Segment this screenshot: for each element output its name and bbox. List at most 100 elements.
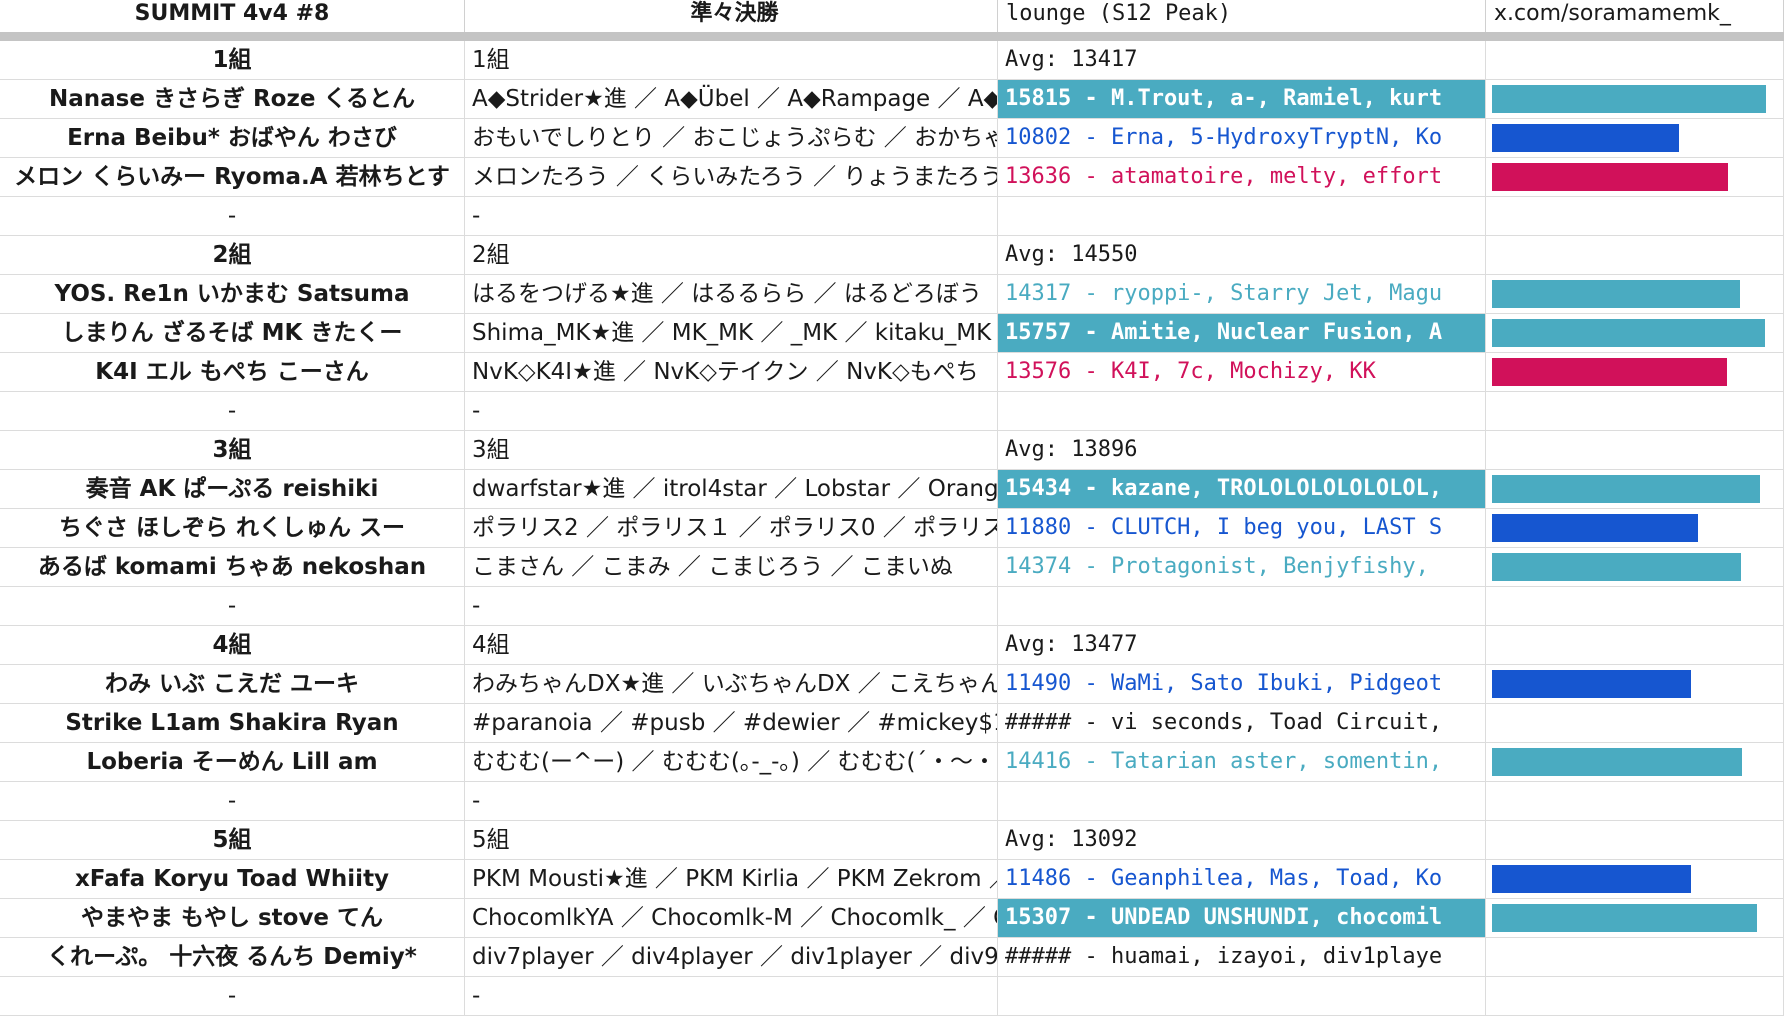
members-cell[interactable]: 5組 [465, 821, 998, 859]
bar-cell[interactable] [1486, 587, 1784, 625]
team-cell[interactable]: K4I エル もぺち こーさん [0, 353, 465, 391]
bar-cell[interactable] [1486, 353, 1784, 391]
team-cell[interactable]: 5組 [0, 821, 465, 859]
lounge-cell[interactable] [998, 392, 1486, 430]
members-cell[interactable]: Shima_MK★進 ／ MK_MK ／ _MK ／ kitaku_MK [465, 314, 998, 352]
lounge-cell[interactable]: 10802 - Erna, 5-HydroxyTryptN, Ko [998, 119, 1486, 157]
bar-cell[interactable] [1486, 431, 1784, 469]
team-cell[interactable]: メロン くらいみー Ryoma.A 若林ちとす [0, 158, 465, 196]
members-cell[interactable]: - [465, 977, 998, 1015]
members-cell[interactable]: - [465, 392, 998, 430]
lounge-cell[interactable]: 14374 - Protagonist, Benjyfishy, [998, 548, 1486, 586]
lounge-cell[interactable] [998, 197, 1486, 235]
team-cell[interactable]: Nanase きさらぎ Roze くるとん [0, 80, 465, 118]
column-header-quarterfinal[interactable]: 準々決勝 [465, 0, 998, 32]
lounge-cell[interactable]: 13636 - atamatoire, melty, effort [998, 158, 1486, 196]
lounge-cell[interactable] [998, 977, 1486, 1015]
frozen-row-divider[interactable] [0, 32, 1784, 41]
bar-cell[interactable] [1486, 977, 1784, 1015]
bar-cell[interactable] [1486, 782, 1784, 820]
lounge-cell[interactable]: Avg: 13477 [998, 626, 1486, 664]
lounge-cell[interactable]: 15757 - Amitie, Nuclear Fusion, A [998, 314, 1486, 352]
bar-cell[interactable] [1486, 860, 1784, 898]
team-cell[interactable]: 3組 [0, 431, 465, 469]
column-header-link[interactable]: x.com/soramamemk_ [1486, 0, 1784, 32]
team-cell[interactable]: しまりん ざるそば MK きたくー [0, 314, 465, 352]
members-cell[interactable]: ChocomlkYA ／ Chocomlk-M ／ Chocomlk_ ／ C [465, 899, 998, 937]
lounge-cell[interactable] [998, 587, 1486, 625]
lounge-cell[interactable]: 13576 - K4I, 7c, Mochizy, KK [998, 353, 1486, 391]
lounge-cell[interactable]: 14416 - Tatarian aster, somentin, [998, 743, 1486, 781]
lounge-cell[interactable]: 15434 - kazane, TROLOLOLOLOLOLOL, [998, 470, 1486, 508]
members-cell[interactable]: わみちゃんDX★進 ／ いぶちゃんDX ／ こえちゃん [465, 665, 998, 703]
team-cell[interactable]: ちぐさ ほしぞら れくしゅん スー [0, 509, 465, 547]
bar-cell[interactable] [1486, 548, 1784, 586]
team-cell[interactable]: Erna Beibu* おばやん わさび [0, 119, 465, 157]
team-cell[interactable]: 奏音 AK ぱーぷる reishiki [0, 470, 465, 508]
team-cell[interactable]: 1組 [0, 41, 465, 79]
lounge-cell[interactable]: 11486 - Geanphilea, Mas, Toad, Ko [998, 860, 1486, 898]
team-cell[interactable]: - [0, 197, 465, 235]
team-cell[interactable]: xFafa Koryu Toad Whiity [0, 860, 465, 898]
members-cell[interactable]: はるをつげる★進 ／ はるるらら ／ はるどろぼう [465, 275, 998, 313]
members-cell[interactable]: 3組 [465, 431, 998, 469]
lounge-cell[interactable]: 15815 - M.Trout, a-, Ramiel, kurt [998, 80, 1486, 118]
bar-cell[interactable] [1486, 119, 1784, 157]
team-cell[interactable]: やまやま もやし stove てん [0, 899, 465, 937]
members-cell[interactable]: NvK◇K4I★進 ／ NvK◇テイクン ／ NvK◇もぺち [465, 353, 998, 391]
team-cell[interactable]: あるば komami ちゃあ nekoshan [0, 548, 465, 586]
team-cell[interactable]: くれーぷ。 十六夜 るんち Demiy* [0, 938, 465, 976]
column-header-team[interactable]: SUMMIT 4v4 #8 [0, 0, 465, 32]
team-cell[interactable]: Loberia そーめん Lill am [0, 743, 465, 781]
lounge-cell[interactable]: ##### - huamai, izayoi, div1playe [998, 938, 1486, 976]
members-cell[interactable]: PKM Mousti★進 ／ PKM Kirlia ／ PKM Zekrom ／ [465, 860, 998, 898]
members-cell[interactable]: - [465, 782, 998, 820]
bar-cell[interactable] [1486, 743, 1784, 781]
team-cell[interactable]: わみ いぶ こえだ ユーキ [0, 665, 465, 703]
members-cell[interactable]: メロンたろう ／ くらいみたろう ／ りょうまたろう [465, 158, 998, 196]
bar-cell[interactable] [1486, 41, 1784, 79]
lounge-cell[interactable]: Avg: 13092 [998, 821, 1486, 859]
bar-cell[interactable] [1486, 392, 1784, 430]
bar-cell[interactable] [1486, 509, 1784, 547]
bar-cell[interactable] [1486, 314, 1784, 352]
team-cell[interactable]: - [0, 977, 465, 1015]
lounge-cell[interactable]: ##### - vi seconds, Toad Circuit, [998, 704, 1486, 742]
members-cell[interactable]: #paranoia ／ #pusb ／ #dewier ／ #mickey$1M [465, 704, 998, 742]
team-cell[interactable]: - [0, 587, 465, 625]
lounge-cell[interactable]: 14317 - ryoppi-, Starry Jet, Magu [998, 275, 1486, 313]
members-cell[interactable]: - [465, 197, 998, 235]
members-cell[interactable]: ポラリス2 ／ ポラリス１ ／ ポラリス0 ／ ポラリス [465, 509, 998, 547]
bar-cell[interactable] [1486, 80, 1784, 118]
bar-cell[interactable] [1486, 665, 1784, 703]
members-cell[interactable]: 4組 [465, 626, 998, 664]
lounge-cell[interactable]: Avg: 14550 [998, 236, 1486, 274]
bar-cell[interactable] [1486, 626, 1784, 664]
lounge-cell[interactable] [998, 782, 1486, 820]
bar-cell[interactable] [1486, 275, 1784, 313]
team-cell[interactable]: Strike L1am Shakira Ryan [0, 704, 465, 742]
members-cell[interactable]: むむむ(ー^ー) ／ むむむ(｡-_-｡) ／ むむむ(´・～・ [465, 743, 998, 781]
bar-cell[interactable] [1486, 938, 1784, 976]
members-cell[interactable]: 1組 [465, 41, 998, 79]
bar-cell[interactable] [1486, 158, 1784, 196]
bar-cell[interactable] [1486, 821, 1784, 859]
members-cell[interactable]: おもいでしりとり ／ おこじょうぷらむ ／ おかちゃ [465, 119, 998, 157]
members-cell[interactable]: dwarfstar★進 ／ itrol4star ／ Lobstar ／ Ora… [465, 470, 998, 508]
team-cell[interactable]: 2組 [0, 236, 465, 274]
team-cell[interactable]: - [0, 782, 465, 820]
team-cell[interactable]: - [0, 392, 465, 430]
bar-cell[interactable] [1486, 470, 1784, 508]
team-cell[interactable]: 4組 [0, 626, 465, 664]
lounge-cell[interactable]: Avg: 13896 [998, 431, 1486, 469]
members-cell[interactable]: div7player ／ div4player ／ div1player ／ d… [465, 938, 998, 976]
lounge-cell[interactable]: Avg: 13417 [998, 41, 1486, 79]
lounge-cell[interactable]: 15307 - UNDEAD UNSHUNDI, chocomil [998, 899, 1486, 937]
members-cell[interactable]: こまさん ／ こまみ ／ こまじろう ／ こまいぬ [465, 548, 998, 586]
bar-cell[interactable] [1486, 197, 1784, 235]
bar-cell[interactable] [1486, 704, 1784, 742]
bar-cell[interactable] [1486, 899, 1784, 937]
members-cell[interactable]: 2組 [465, 236, 998, 274]
lounge-cell[interactable]: 11880 - CLUTCH, I beg you, LAST S [998, 509, 1486, 547]
bar-cell[interactable] [1486, 236, 1784, 274]
